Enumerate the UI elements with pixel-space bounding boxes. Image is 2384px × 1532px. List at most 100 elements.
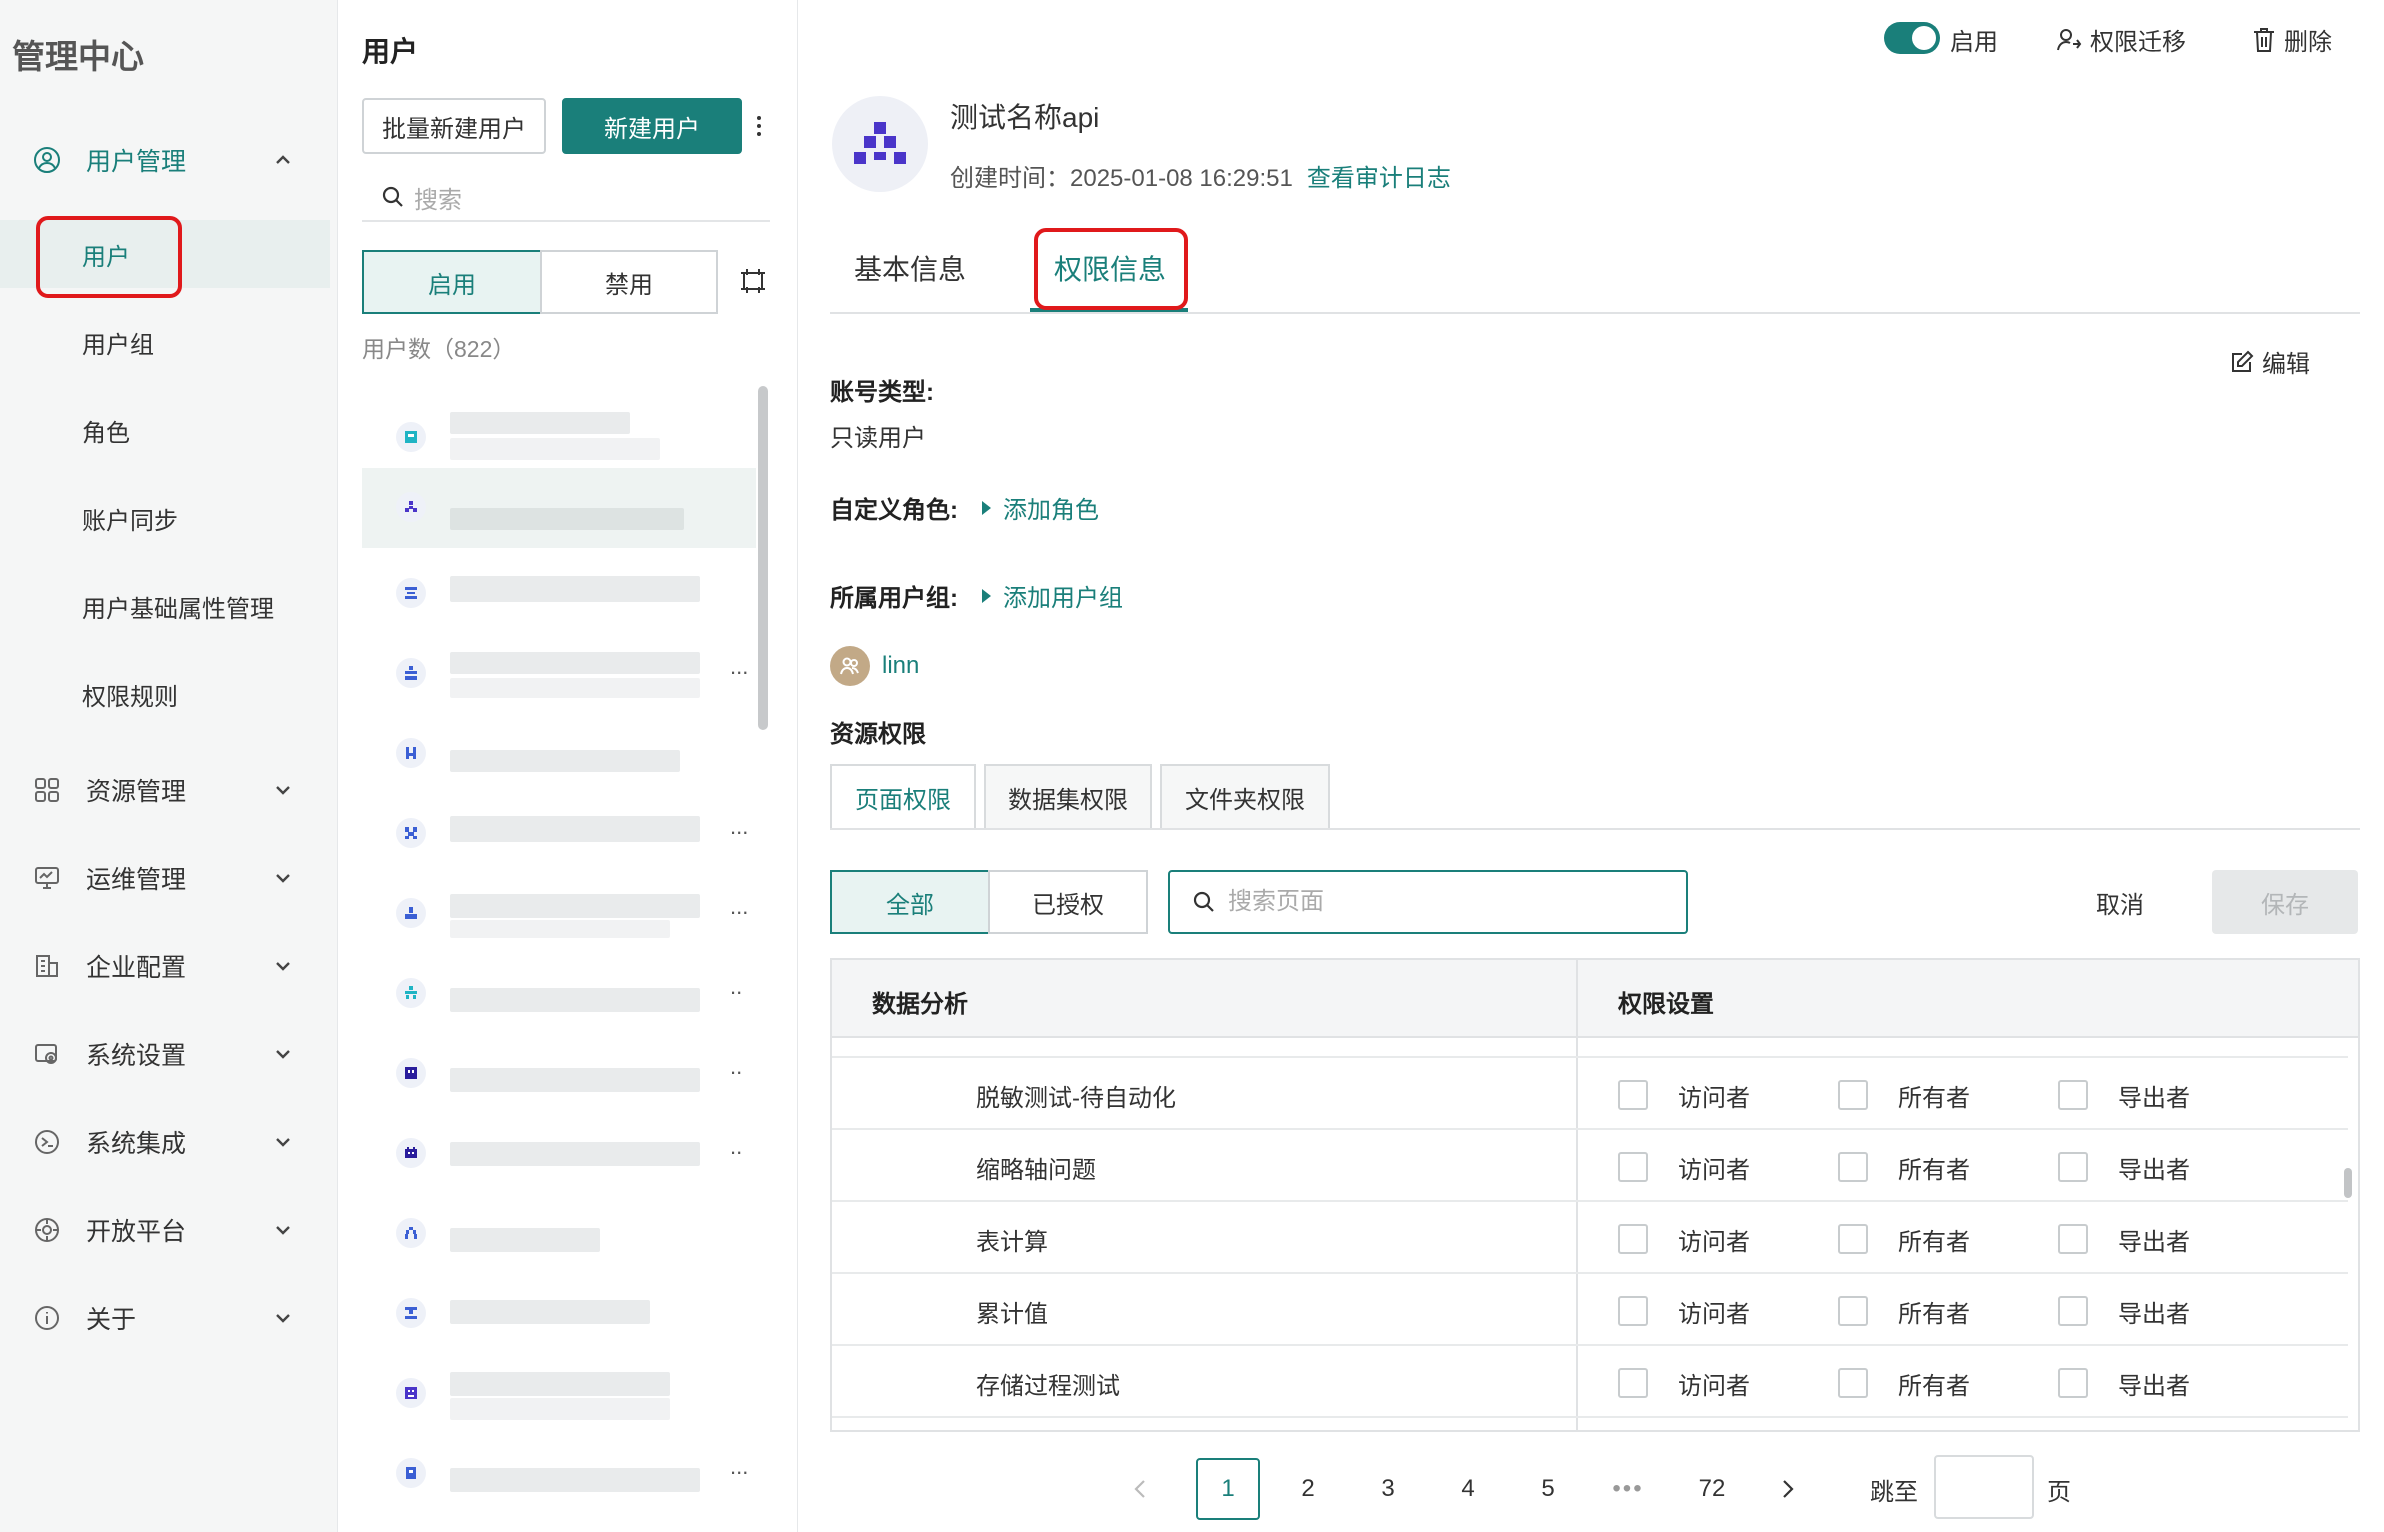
audit-log-link[interactable]: 查看审计日志 xyxy=(1307,165,1451,192)
nav-group-label: 企业配置 xyxy=(86,954,187,982)
exporter-label: 导出者 xyxy=(2118,1085,2190,1112)
exporter-checkbox[interactable] xyxy=(2058,1296,2088,1326)
user-list-item[interactable]: .. xyxy=(362,1114,756,1194)
nav-group-system-integration[interactable]: 系统集成 xyxy=(0,1112,338,1172)
exporter-checkbox[interactable] xyxy=(2058,1224,2088,1254)
nav-group-user-management[interactable]: 用户管理 xyxy=(0,130,338,190)
caret-right-icon xyxy=(982,500,991,515)
owner-label: 所有者 xyxy=(1898,1373,1970,1400)
save-button[interactable]: 保存 xyxy=(2212,870,2358,934)
tab-enabled-users[interactable]: 启用 xyxy=(362,250,542,314)
user-search-input[interactable]: 搜索 xyxy=(362,174,770,222)
owner-checkbox[interactable] xyxy=(1838,1080,1868,1110)
owner-label: 所有者 xyxy=(1898,1085,1970,1112)
prev-page-button[interactable] xyxy=(1120,1458,1160,1520)
tab-page-permission[interactable]: 页面权限 xyxy=(830,764,976,828)
visitor-checkbox[interactable] xyxy=(1618,1296,1648,1326)
chevron-right-icon xyxy=(1783,1480,1794,1498)
nav-group-resource-management[interactable]: 资源管理 xyxy=(0,760,338,820)
user-list-item[interactable]: ... xyxy=(362,634,756,714)
page-4-button[interactable]: 4 xyxy=(1436,1458,1500,1520)
user-list-item[interactable] xyxy=(362,1194,756,1274)
owner-checkbox[interactable] xyxy=(1838,1368,1868,1398)
page-72-button[interactable]: 72 xyxy=(1676,1458,1748,1520)
cancel-button[interactable]: 取消 xyxy=(2060,870,2180,934)
ellipsis: ... xyxy=(730,814,749,839)
tab-disabled-users[interactable]: 禁用 xyxy=(540,250,718,314)
user-list-item[interactable] xyxy=(362,554,756,634)
owner-checkbox[interactable] xyxy=(1838,1296,1868,1326)
user-list-item[interactable] xyxy=(362,468,756,548)
batch-create-users-button[interactable]: 批量新建用户 xyxy=(362,98,546,154)
user-list-item[interactable] xyxy=(362,714,756,794)
jump-page-input[interactable] xyxy=(1934,1455,2034,1519)
add-user-group-link[interactable]: 添加用户组 xyxy=(982,578,1123,613)
avatar xyxy=(396,1058,426,1088)
permission-transfer-button[interactable]: 权限迁移 xyxy=(2056,22,2186,57)
next-page-button[interactable] xyxy=(1768,1458,1808,1520)
exporter-checkbox[interactable] xyxy=(2058,1080,2088,1110)
tab-basic-info[interactable]: 基本信息 xyxy=(854,248,966,288)
visitor-checkbox[interactable] xyxy=(1618,1152,1648,1182)
sidebar-item-user-groups[interactable]: 用户组 xyxy=(0,308,330,376)
user-list-item[interactable]: ... xyxy=(362,1434,756,1514)
edit-button[interactable]: 编辑 xyxy=(2230,344,2310,379)
add-group-label: 添加用户组 xyxy=(1003,585,1123,612)
page-search-input[interactable] xyxy=(1226,887,1666,917)
user-list-item[interactable]: ... xyxy=(362,794,756,874)
more-pages-ellipsis[interactable]: ••• xyxy=(1596,1458,1660,1520)
nav-group-open-platform[interactable]: 开放平台 xyxy=(0,1200,338,1260)
owner-checkbox[interactable] xyxy=(1838,1224,1868,1254)
page-3-button[interactable]: 3 xyxy=(1356,1458,1420,1520)
nav-group-about[interactable]: 关于 xyxy=(0,1288,338,1348)
create-user-button[interactable]: 新建用户 xyxy=(562,98,742,154)
avatar xyxy=(396,578,426,608)
ellipsis: .. xyxy=(730,974,743,999)
filter-authorized[interactable]: 已授权 xyxy=(988,870,1148,934)
filter-all[interactable]: 全部 xyxy=(830,870,990,934)
tab-divider xyxy=(830,312,2360,314)
more-options-icon[interactable] xyxy=(752,108,766,144)
user-list-item[interactable] xyxy=(362,1274,756,1354)
user-list-item[interactable]: ... xyxy=(362,874,756,954)
grid-icon xyxy=(32,775,62,805)
visitor-checkbox[interactable] xyxy=(1618,1224,1648,1254)
visitor-checkbox[interactable] xyxy=(1618,1080,1648,1110)
sidebar-item-roles[interactable]: 角色 xyxy=(0,396,330,464)
exporter-label: 导出者 xyxy=(2118,1373,2190,1400)
page-5-button[interactable]: 5 xyxy=(1516,1458,1580,1520)
tab-dataset-permission[interactable]: 数据集权限 xyxy=(984,764,1152,828)
nav-group-system-settings[interactable]: 系统设置 xyxy=(0,1024,338,1084)
page-search-field[interactable] xyxy=(1168,870,1688,934)
nav-group-ops-management[interactable]: 运维管理 xyxy=(0,848,338,908)
page-1-button[interactable]: 1 xyxy=(1196,1458,1260,1520)
sidebar-item-permission-rules[interactable]: 权限规则 xyxy=(0,660,330,728)
nav-group-label: 运维管理 xyxy=(86,866,187,894)
delete-button[interactable]: 删除 xyxy=(2252,22,2332,57)
search-placeholder: 搜索 xyxy=(414,186,462,214)
custom-role-label: 自定义角色: xyxy=(830,497,958,524)
user-list-item[interactable] xyxy=(362,1354,756,1434)
nav-group-enterprise-config[interactable]: 企业配置 xyxy=(0,936,338,996)
visitor-checkbox[interactable] xyxy=(1618,1368,1648,1398)
exporter-checkbox[interactable] xyxy=(2058,1368,2088,1398)
avatar xyxy=(396,738,426,768)
user-list-item[interactable] xyxy=(362,398,756,478)
exporter-label: 导出者 xyxy=(2118,1301,2190,1328)
column-settings-icon[interactable] xyxy=(738,266,768,296)
owner-checkbox[interactable] xyxy=(1838,1152,1868,1182)
table-scrollbar[interactable] xyxy=(2344,1168,2352,1198)
user-list-item[interactable]: .. xyxy=(362,1034,756,1114)
user-list-item[interactable]: .. xyxy=(362,954,756,1034)
sidebar-item-user-attributes[interactable]: 用户基础属性管理 xyxy=(0,572,330,640)
exporter-checkbox[interactable] xyxy=(2058,1152,2088,1182)
group-member-linn[interactable]: linn xyxy=(882,652,919,680)
tab-folder-permission[interactable]: 文件夹权限 xyxy=(1160,764,1330,828)
avatar xyxy=(396,1378,426,1408)
user-list-scrollbar[interactable] xyxy=(758,386,768,730)
enable-toggle[interactable] xyxy=(1884,22,1940,54)
page-2-button[interactable]: 2 xyxy=(1276,1458,1340,1520)
add-role-link[interactable]: 添加角色 xyxy=(982,490,1099,525)
sidebar-item-account-sync[interactable]: 账户同步 xyxy=(0,484,330,552)
visitor-label: 访问者 xyxy=(1678,1229,1750,1256)
